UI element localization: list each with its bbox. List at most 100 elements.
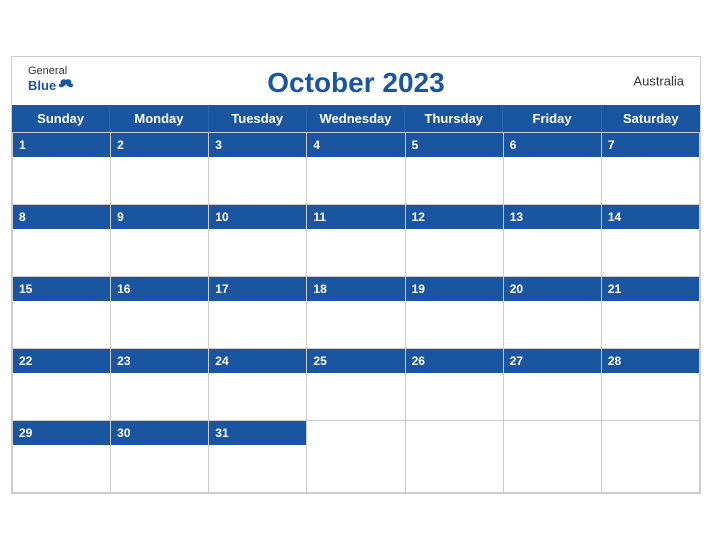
day-cell: 31	[209, 421, 307, 493]
day-cell: 23	[111, 349, 209, 421]
day-number: 27	[510, 354, 523, 368]
day-header-friday: Friday	[503, 105, 601, 132]
day-cell: 15	[13, 277, 111, 349]
day-cell: 9	[111, 205, 209, 277]
day-number: 16	[117, 282, 130, 296]
day-number-row: 19	[406, 277, 503, 301]
day-number-row: 31	[209, 421, 306, 445]
day-cell: 12	[406, 205, 504, 277]
day-number-row	[307, 421, 404, 437]
day-number-row	[504, 421, 601, 437]
day-number: 30	[117, 426, 130, 440]
day-number-row: 14	[602, 205, 699, 229]
day-cell: 13	[504, 205, 602, 277]
day-number-row: 30	[111, 421, 208, 445]
day-number: 8	[19, 210, 26, 224]
day-cell	[307, 421, 405, 493]
day-number-row: 4	[307, 133, 404, 157]
day-cell: 27	[504, 349, 602, 421]
day-number-row	[406, 421, 503, 437]
day-number: 5	[412, 138, 419, 152]
day-number-row: 3	[209, 133, 306, 157]
day-number-row: 22	[13, 349, 110, 373]
day-cell: 8	[13, 205, 111, 277]
day-number-row: 20	[504, 277, 601, 301]
day-cell: 19	[406, 277, 504, 349]
day-cell	[406, 421, 504, 493]
day-number: 11	[313, 210, 326, 224]
day-number-row: 27	[504, 349, 601, 373]
day-cell: 25	[307, 349, 405, 421]
day-header-tuesday: Tuesday	[209, 105, 307, 132]
day-cell: 7	[602, 133, 700, 205]
day-number: 31	[215, 426, 228, 440]
day-number-row: 13	[504, 205, 601, 229]
day-number-row: 6	[504, 133, 601, 157]
day-number-row: 2	[111, 133, 208, 157]
day-number: 3	[215, 138, 222, 152]
day-cell: 21	[602, 277, 700, 349]
day-number: 2	[117, 138, 124, 152]
logo: General Blue	[28, 65, 74, 94]
day-number-row: 21	[602, 277, 699, 301]
day-number: 12	[412, 210, 425, 224]
day-number-row: 25	[307, 349, 404, 373]
day-header-saturday: Saturday	[602, 105, 700, 132]
day-number-row: 24	[209, 349, 306, 373]
day-number-row: 28	[602, 349, 699, 373]
logo-bird-icon	[58, 78, 74, 94]
day-number: 7	[608, 138, 615, 152]
day-cell: 22	[13, 349, 111, 421]
day-number: 26	[412, 354, 425, 368]
day-number: 1	[19, 138, 26, 152]
calendar-header: General Blue October 2023 Australia	[12, 57, 700, 105]
day-cell: 2	[111, 133, 209, 205]
logo-blue: Blue	[28, 78, 74, 94]
day-cell: 11	[307, 205, 405, 277]
day-header-wednesday: Wednesday	[307, 105, 405, 132]
day-number-row: 26	[406, 349, 503, 373]
day-cell: 4	[307, 133, 405, 205]
day-cell: 20	[504, 277, 602, 349]
day-number: 15	[19, 282, 32, 296]
day-cell: 29	[13, 421, 111, 493]
day-header-sunday: Sunday	[12, 105, 110, 132]
day-number-row: 8	[13, 205, 110, 229]
day-number-row: 10	[209, 205, 306, 229]
day-number-row: 23	[111, 349, 208, 373]
day-number: 23	[117, 354, 130, 368]
day-number-row: 17	[209, 277, 306, 301]
day-header-thursday: Thursday	[405, 105, 503, 132]
day-number: 28	[608, 354, 621, 368]
day-number-row: 15	[13, 277, 110, 301]
day-number: 13	[510, 210, 523, 224]
day-cell: 16	[111, 277, 209, 349]
calendar-grid: 1234567891011121314151617181920212223242…	[12, 132, 700, 493]
day-cell: 1	[13, 133, 111, 205]
day-cell: 28	[602, 349, 700, 421]
day-cell: 18	[307, 277, 405, 349]
country-label: Australia	[633, 74, 684, 89]
day-cell: 24	[209, 349, 307, 421]
day-number-row: 29	[13, 421, 110, 445]
day-number: 10	[215, 210, 228, 224]
day-cell: 6	[504, 133, 602, 205]
day-cell	[602, 421, 700, 493]
day-number: 17	[215, 282, 228, 296]
day-cell: 26	[406, 349, 504, 421]
day-cell: 5	[406, 133, 504, 205]
day-number: 14	[608, 210, 621, 224]
day-number-row: 11	[307, 205, 404, 229]
day-number: 18	[313, 282, 326, 296]
day-number-row: 1	[13, 133, 110, 157]
day-number: 6	[510, 138, 517, 152]
day-number: 19	[412, 282, 425, 296]
page-title: October 2023	[267, 67, 444, 99]
day-number-row: 16	[111, 277, 208, 301]
day-cell: 10	[209, 205, 307, 277]
day-number: 24	[215, 354, 228, 368]
day-number-row	[602, 421, 699, 437]
day-cell: 30	[111, 421, 209, 493]
day-number: 21	[608, 282, 621, 296]
day-headers: SundayMondayTuesdayWednesdayThursdayFrid…	[12, 105, 700, 132]
